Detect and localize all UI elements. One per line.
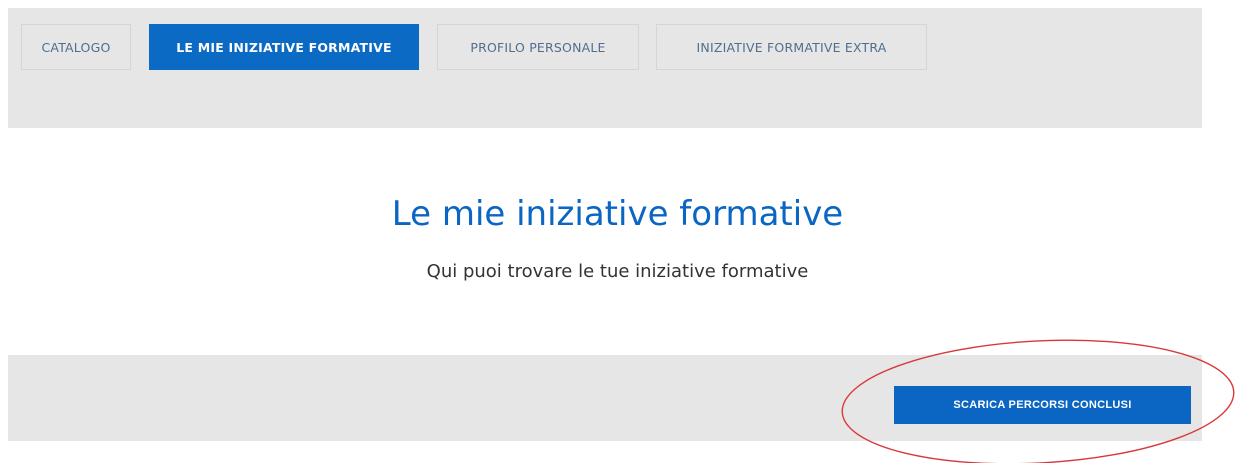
tab-le-mie-iniziative-formative[interactable]: LE MIE INIZIATIVE FORMATIVE xyxy=(149,24,419,70)
tab-label: PROFILO PERSONALE xyxy=(470,39,606,55)
tab-label: INIZIATIVE FORMATIVE EXTRA xyxy=(696,39,887,55)
download-button-label: SCARICA PERCORSI CONCLUSI xyxy=(953,399,1132,411)
page-subtitle: Qui puoi trovare le tue iniziative forma… xyxy=(426,261,809,282)
tab-label: LE MIE INIZIATIVE FORMATIVE xyxy=(176,39,392,55)
tab-profilo-personale[interactable]: PROFILO PERSONALE xyxy=(437,24,639,70)
action-bar: SCARICA PERCORSI CONCLUSI xyxy=(8,355,1202,441)
page-title: Le mie iniziative formative xyxy=(391,194,844,234)
tab-catalogo[interactable]: CATALOGO xyxy=(21,24,131,70)
tab-label: CATALOGO xyxy=(41,39,111,55)
page: CATALOGO LE MIE INIZIATIVE FORMATIVE PRO… xyxy=(0,0,1235,463)
download-completed-courses-button[interactable]: SCARICA PERCORSI CONCLUSI xyxy=(894,386,1191,424)
tab-iniziative-formative-extra[interactable]: INIZIATIVE FORMATIVE EXTRA xyxy=(656,24,927,70)
top-navigation-bar: CATALOGO LE MIE INIZIATIVE FORMATIVE PRO… xyxy=(8,8,1202,128)
